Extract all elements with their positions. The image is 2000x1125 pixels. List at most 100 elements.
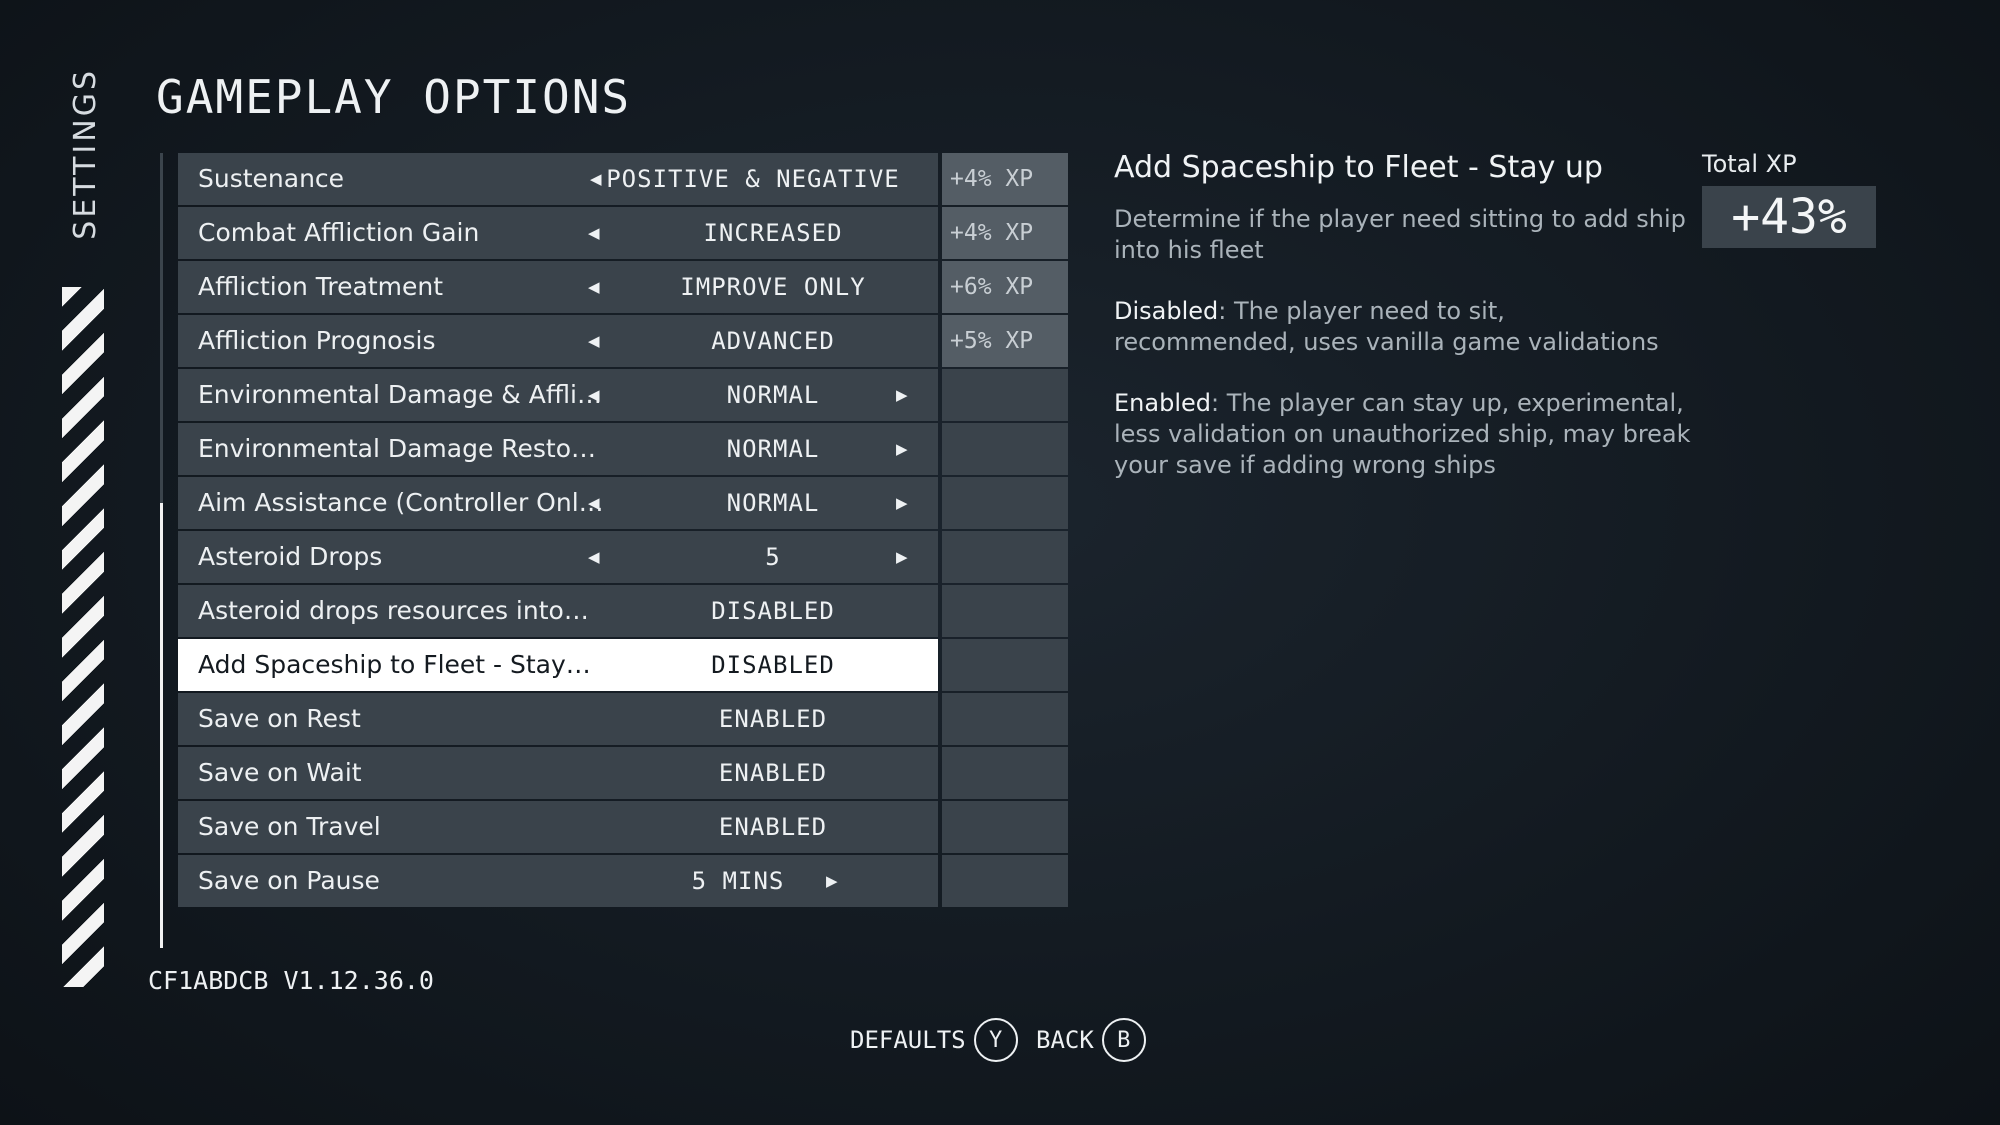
xp-bonus-cell — [942, 747, 1068, 799]
option-row-main[interactable]: Environmental Damage & Affli… ◀ NORMAL ▶ — [178, 369, 938, 421]
option-value: 5 — [765, 543, 781, 571]
option-row-main[interactable]: Save on Pause 5 MINS ▶ — [178, 855, 938, 907]
defaults-button[interactable]: DEFAULTS Y — [850, 1018, 1018, 1062]
option-label: Environmental Damage Resto… — [198, 434, 597, 463]
option-row-asteroid-drops-resources[interactable]: Asteroid drops resources into… DISABLED — [178, 585, 1068, 637]
arrow-right-icon[interactable]: ▶ — [896, 369, 908, 421]
xp-bonus-cell — [942, 855, 1068, 907]
option-row-affliction-treatment[interactable]: Affliction Treatment ◀ IMPROVE ONLY +6% … — [178, 261, 1068, 313]
arrow-right-icon[interactable]: ▶ — [896, 531, 908, 583]
decorative-stripe-bar — [62, 287, 104, 987]
arrow-left-icon[interactable]: ◀ — [588, 315, 600, 367]
description-title: Add Spaceship to Fleet - Stay up — [1114, 150, 1603, 185]
xp-bonus-text: +4% XP — [950, 166, 1034, 192]
option-row-main[interactable]: Combat Affliction Gain ◀ INCREASED — [178, 207, 938, 259]
option-value: IMPROVE ONLY — [680, 273, 866, 301]
option-row-environmental-damage[interactable]: Environmental Damage & Affli… ◀ NORMAL ▶ — [178, 369, 1068, 421]
b-key-icon: B — [1101, 1018, 1146, 1062]
arrow-right-icon[interactable]: ▶ — [896, 423, 908, 475]
option-row-main[interactable]: Asteroid drops resources into… DISABLED — [178, 585, 938, 637]
option-value: NORMAL — [726, 489, 820, 517]
option-row-environmental-damage-restoration[interactable]: Environmental Damage Resto… NORMAL ▶ — [178, 423, 1068, 475]
total-xp-value: +43% — [1702, 186, 1876, 248]
option-row-main[interactable]: Save on Travel ENABLED — [178, 801, 938, 853]
option-row-main[interactable]: Add Spaceship to Fleet - Stay… DISABLED — [178, 639, 938, 691]
option-value: ENABLED — [718, 759, 828, 787]
arrow-left-icon[interactable]: ◀ — [588, 207, 600, 259]
option-label: Combat Affliction Gain — [198, 218, 480, 247]
option-label: Save on Wait — [198, 758, 362, 787]
option-row-save-on-travel[interactable]: Save on Travel ENABLED — [178, 801, 1068, 853]
defaults-button-label: DEFAULTS — [850, 1026, 966, 1054]
xp-bonus-text: +4% XP — [950, 220, 1034, 246]
arrow-right-icon[interactable]: ▶ — [826, 855, 838, 907]
xp-bonus-cell — [942, 639, 1068, 691]
description-enabled: Enabled: The player can stay up, experim… — [1114, 388, 1694, 481]
option-row-save-on-wait[interactable]: Save on Wait ENABLED — [178, 747, 1068, 799]
option-label: Affliction Treatment — [198, 272, 444, 301]
option-row-sustenance[interactable]: Sustenance ◀ POSITIVE & NEGATIVE +4% XP — [178, 153, 1068, 205]
option-value: ADVANCED — [711, 327, 835, 355]
xp-bonus-cell: +4% XP — [942, 153, 1068, 205]
option-label: Asteroid Drops — [198, 542, 383, 571]
arrow-left-icon[interactable]: ◀ — [588, 369, 600, 421]
option-value: NORMAL — [726, 435, 820, 463]
xp-bonus-cell — [942, 531, 1068, 583]
back-button-label: BACK — [1036, 1026, 1094, 1054]
xp-bonus-cell — [942, 369, 1068, 421]
option-row-main[interactable]: Environmental Damage Resto… NORMAL ▶ — [178, 423, 938, 475]
option-value: INCREASED — [703, 219, 843, 247]
option-label: Save on Rest — [198, 704, 361, 733]
option-label: Save on Travel — [198, 812, 381, 841]
option-label: Aim Assistance (Controller Onl… — [198, 488, 604, 517]
back-button[interactable]: BACK B — [1036, 1018, 1146, 1062]
description-enabled-term: Enabled — [1114, 389, 1211, 417]
option-value: 5 MINS — [691, 867, 785, 895]
option-value: ENABLED — [718, 813, 828, 841]
settings-side-label: SETTINGS — [68, 68, 103, 240]
option-row-main[interactable]: Save on Wait ENABLED — [178, 747, 938, 799]
scrollbar-thumb[interactable] — [160, 503, 163, 948]
option-row-main[interactable]: Affliction Prognosis ◀ ADVANCED — [178, 315, 938, 367]
arrow-left-icon[interactable]: ◀ — [588, 477, 600, 529]
xp-bonus-cell — [942, 585, 1068, 637]
option-row-asteroid-drops[interactable]: Asteroid Drops ◀ 5 ▶ — [178, 531, 1068, 583]
arrow-right-icon[interactable]: ▶ — [896, 477, 908, 529]
option-row-save-on-pause[interactable]: Save on Pause 5 MINS ▶ — [178, 855, 1068, 907]
xp-bonus-cell — [942, 801, 1068, 853]
description-disabled-term: Disabled — [1114, 297, 1219, 325]
option-label: Sustenance — [198, 164, 345, 193]
version-string: CF1ABDCB V1.12.36.0 — [148, 966, 434, 995]
option-row-main[interactable]: Aim Assistance (Controller Onl… ◀ NORMAL… — [178, 477, 938, 529]
option-row-main[interactable]: Asteroid Drops ◀ 5 ▶ — [178, 531, 938, 583]
option-row-affliction-prognosis[interactable]: Affliction Prognosis ◀ ADVANCED +5% XP — [178, 315, 1068, 367]
option-label: Affliction Prognosis — [198, 326, 436, 355]
option-label: Environmental Damage & Affli… — [198, 380, 602, 409]
page-title: GAMEPLAY OPTIONS — [156, 70, 632, 124]
option-label: Add Spaceship to Fleet - Stay… — [198, 650, 591, 679]
description-disabled: Disabled: The player need to sit, recomm… — [1114, 296, 1694, 358]
scrollbar-track[interactable] — [160, 153, 163, 948]
option-value: NORMAL — [726, 381, 820, 409]
option-row-aim-assistance[interactable]: Aim Assistance (Controller Onl… ◀ NORMAL… — [178, 477, 1068, 529]
option-row-save-on-rest[interactable]: Save on Rest ENABLED — [178, 693, 1068, 745]
xp-bonus-cell — [942, 693, 1068, 745]
xp-bonus-text: +5% XP — [950, 328, 1034, 354]
xp-bonus-cell: +6% XP — [942, 261, 1068, 313]
option-value: POSITIVE & NEGATIVE — [606, 165, 900, 193]
option-label: Asteroid drops resources into… — [198, 596, 589, 625]
option-row-main[interactable]: Affliction Treatment ◀ IMPROVE ONLY — [178, 261, 938, 313]
description-intro: Determine if the player need sitting to … — [1114, 205, 1686, 264]
option-value: ENABLED — [718, 705, 828, 733]
xp-bonus-cell — [942, 477, 1068, 529]
option-row-main[interactable]: Sustenance ◀ POSITIVE & NEGATIVE — [178, 153, 938, 205]
xp-bonus-cell: +4% XP — [942, 207, 1068, 259]
arrow-left-icon[interactable]: ◀ — [588, 531, 600, 583]
option-row-combat-affliction-gain[interactable]: Combat Affliction Gain ◀ INCREASED +4% X… — [178, 207, 1068, 259]
option-row-main[interactable]: Save on Rest ENABLED — [178, 693, 938, 745]
option-list: Sustenance ◀ POSITIVE & NEGATIVE +4% XP … — [178, 153, 1068, 909]
arrow-left-icon[interactable]: ◀ — [588, 261, 600, 313]
option-row-add-spaceship-to-fleet[interactable]: Add Spaceship to Fleet - Stay… DISABLED — [178, 639, 1068, 691]
option-label: Save on Pause — [198, 866, 380, 895]
xp-bonus-cell: +5% XP — [942, 315, 1068, 367]
